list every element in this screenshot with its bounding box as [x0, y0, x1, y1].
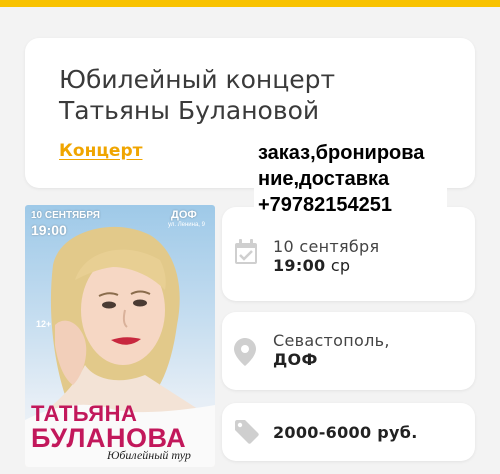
event-time: 19:00 — [273, 256, 326, 275]
date-info-card: 10 сентября 19:00 ср — [222, 207, 475, 301]
location-pin-icon — [234, 338, 256, 366]
top-accent-bar — [0, 0, 500, 7]
event-price: 2000-6000 руб. — [273, 423, 418, 442]
event-city: Севастополь, — [273, 331, 390, 350]
overlay-line-2: ние,доставка — [258, 168, 390, 190]
event-title: Юбилейный концерт Татьяны Булановой — [59, 64, 419, 126]
event-date: 10 сентября — [273, 237, 380, 256]
price-info-text: 2000-6000 руб. — [273, 423, 418, 442]
poster-date: 10 СЕНТЯБРЯ 19:00 — [31, 209, 100, 237]
event-weekday: ср — [330, 256, 351, 275]
overlay-phone: +79782154251 — [258, 194, 393, 216]
poster-age-rating: 12+ — [36, 319, 52, 329]
price-tag-icon — [235, 420, 259, 444]
event-venue: ДОФ — [273, 350, 318, 369]
date-info-text: 10 сентября 19:00 ср — [273, 237, 379, 275]
overlay-line-1: заказ,бронирова — [258, 142, 425, 164]
booking-contact-overlay: заказ,бронирова ние,доставка +7978215425… — [254, 138, 447, 220]
event-time-line: 19:00 ср — [273, 256, 379, 275]
price-info-card: 2000-6000 руб. — [222, 403, 475, 461]
location-info-text: Севастополь, ДОФ — [273, 331, 390, 369]
poster-venue: ДОФ — [171, 209, 197, 221]
event-title-line-1: Юбилейный концерт — [59, 65, 336, 94]
event-title-line-2: Татьяны Булановой — [59, 96, 320, 125]
event-poster-image: 10 СЕНТЯБРЯ 19:00 ДОФ ул. Ленина, 9 12+ … — [25, 205, 215, 467]
calendar-icon — [235, 239, 257, 264]
poster-tour-name: Юбилейный тур — [107, 448, 191, 462]
location-info-card[interactable]: Севастополь, ДОФ — [222, 312, 475, 390]
poster-date-text: 10 СЕНТЯБРЯ — [31, 210, 100, 221]
category-link[interactable]: Концерт — [59, 141, 142, 161]
poster-address: ул. Ленина, 9 — [168, 222, 205, 228]
poster-time-text: 19:00 — [31, 222, 67, 238]
